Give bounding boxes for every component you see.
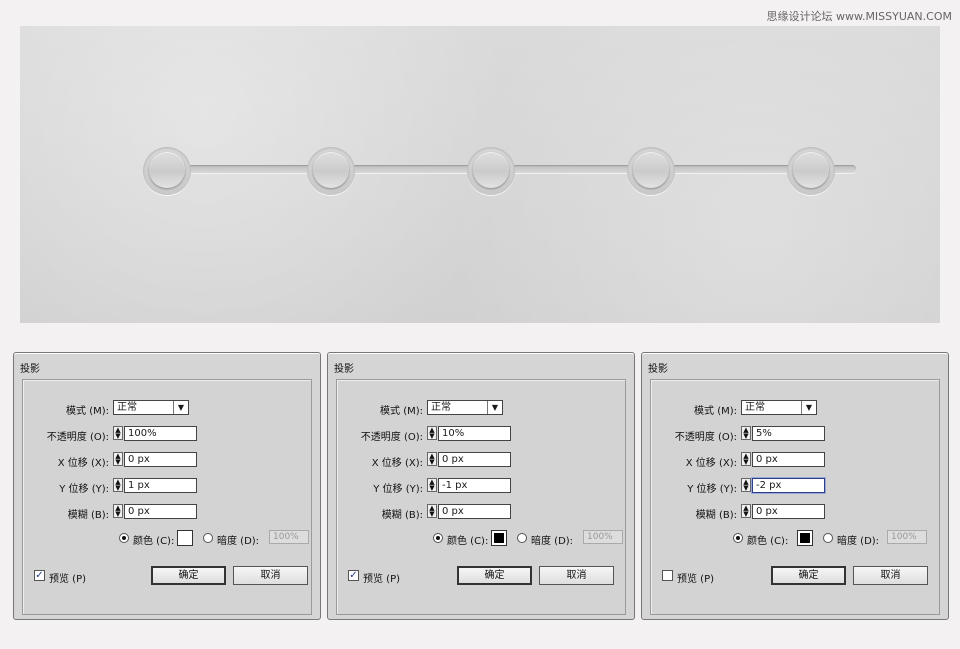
opacity-stepper[interactable]: ▲ ▼	[427, 426, 437, 440]
mode-value: 正常	[117, 402, 137, 413]
mode-label: 模式 (M):	[380, 406, 423, 417]
chevron-down-icon: ▼	[487, 401, 502, 414]
color-swatch[interactable]	[797, 530, 813, 546]
color-radio[interactable]	[119, 533, 129, 543]
opacity-input[interactable]: 100%	[124, 426, 197, 441]
darkness-radio[interactable]	[823, 533, 833, 543]
color-label: 颜色 (C):	[133, 536, 175, 547]
drop-shadow-dialog-2: 投影 模式 (M): 正常 ▼ 不透明度 (O): ▲ ▼ 10% X 位移 (X…	[327, 352, 635, 620]
x-offset-input[interactable]: 0 px	[438, 452, 511, 467]
blur-stepper[interactable]: ▲ ▼	[741, 504, 751, 518]
color-radio[interactable]	[733, 533, 743, 543]
darkness-input: 100%	[583, 530, 623, 544]
blur-label: 模糊 (B):	[67, 510, 109, 521]
color-label: 颜色 (C):	[747, 536, 789, 547]
darkness-label: 暗度 (D):	[837, 536, 880, 547]
opacity-stepper[interactable]: ▲ ▼	[741, 426, 751, 440]
y-offset-stepper[interactable]: ▲ ▼	[741, 478, 751, 492]
blur-label: 模糊 (B):	[381, 510, 423, 521]
preview-checkbox[interactable]: ✓	[348, 570, 359, 581]
preview-label: 预览 (P)	[49, 574, 87, 585]
darkness-label: 暗度 (D):	[531, 536, 574, 547]
drop-shadow-dialog-1: 投影 模式 (M): 正常 ▼ 不透明度 (O): ▲ ▼ 100% X 位移 (…	[13, 352, 321, 620]
color-swatch[interactable]	[491, 530, 507, 546]
step-knob-3	[467, 147, 515, 195]
mode-select[interactable]: 正常 ▼	[741, 400, 817, 415]
mode-select[interactable]: 正常 ▼	[427, 400, 503, 415]
preview-label: 预览 (P)	[363, 574, 401, 585]
x-offset-stepper[interactable]: ▲ ▼	[741, 452, 751, 466]
preview-label: 预览 (P)	[677, 574, 715, 585]
chevron-down-icon: ▼	[173, 401, 188, 414]
blur-stepper[interactable]: ▲ ▼	[113, 504, 123, 518]
x-offset-stepper[interactable]: ▲ ▼	[427, 452, 437, 466]
opacity-label: 不透明度 (O):	[360, 432, 423, 443]
blur-input[interactable]: 0 px	[438, 504, 511, 519]
dialog-title: 投影	[648, 364, 668, 375]
step-knob-5	[787, 147, 835, 195]
step-knob-4	[627, 147, 675, 195]
mode-label: 模式 (M):	[694, 406, 737, 417]
cancel-button[interactable]: 取消	[853, 566, 928, 585]
mode-value: 正常	[431, 402, 451, 413]
step-knob-1	[143, 147, 191, 195]
dialog-title: 投影	[20, 364, 40, 375]
color-label: 颜色 (C):	[447, 536, 489, 547]
preview-checkbox[interactable]: ✓	[34, 570, 45, 581]
opacity-input[interactable]: 10%	[438, 426, 511, 441]
color-swatch[interactable]	[177, 530, 193, 546]
preview-checkbox[interactable]	[662, 570, 673, 581]
opacity-label: 不透明度 (O):	[674, 432, 737, 443]
chevron-down-icon: ▼	[801, 401, 816, 414]
x-offset-label: X 位移 (X):	[371, 458, 423, 469]
blur-label: 模糊 (B):	[695, 510, 737, 521]
settings-panel: 模式 (M): 正常 ▼ 不透明度 (O): ▲ ▼ 100% X 位移 (X):…	[22, 379, 312, 615]
ok-button[interactable]: 确定	[151, 566, 226, 585]
x-offset-input[interactable]: 0 px	[124, 452, 197, 467]
ok-button[interactable]: 确定	[771, 566, 846, 585]
step-knob-2	[307, 147, 355, 195]
ok-button[interactable]: 确定	[457, 566, 532, 585]
y-offset-stepper[interactable]: ▲ ▼	[113, 478, 123, 492]
darkness-radio[interactable]	[517, 533, 527, 543]
y-offset-label: Y 位移 (Y):	[59, 484, 109, 495]
watermark-text: 思缘设计论坛 www.MISSYUAN.COM	[766, 10, 952, 23]
opacity-stepper[interactable]: ▲ ▼	[113, 426, 123, 440]
darkness-input: 100%	[887, 530, 927, 544]
y-offset-label: Y 位移 (Y):	[687, 484, 737, 495]
opacity-label: 不透明度 (O):	[46, 432, 109, 443]
blur-input[interactable]: 0 px	[124, 504, 197, 519]
y-offset-label: Y 位移 (Y):	[373, 484, 423, 495]
mode-label: 模式 (M):	[66, 406, 109, 417]
opacity-input[interactable]: 5%	[752, 426, 825, 441]
drop-shadow-dialog-3: 投影 模式 (M): 正常 ▼ 不透明度 (O): ▲ ▼ 5% X 位移 (X)…	[641, 352, 949, 620]
y-offset-input[interactable]: -1 px	[438, 478, 511, 493]
x-offset-input[interactable]: 0 px	[752, 452, 825, 467]
x-offset-label: X 位移 (X):	[57, 458, 109, 469]
mode-value: 正常	[745, 402, 765, 413]
artboard-preview	[20, 26, 940, 323]
x-offset-stepper[interactable]: ▲ ▼	[113, 452, 123, 466]
y-offset-stepper[interactable]: ▲ ▼	[427, 478, 437, 492]
darkness-input: 100%	[269, 530, 309, 544]
settings-panel: 模式 (M): 正常 ▼ 不透明度 (O): ▲ ▼ 5% X 位移 (X): ▲…	[650, 379, 940, 615]
darkness-label: 暗度 (D):	[217, 536, 260, 547]
blur-stepper[interactable]: ▲ ▼	[427, 504, 437, 518]
cancel-button[interactable]: 取消	[233, 566, 308, 585]
darkness-radio[interactable]	[203, 533, 213, 543]
blur-input[interactable]: 0 px	[752, 504, 825, 519]
color-radio[interactable]	[433, 533, 443, 543]
cancel-button[interactable]: 取消	[539, 566, 614, 585]
x-offset-label: X 位移 (X):	[685, 458, 737, 469]
settings-panel: 模式 (M): 正常 ▼ 不透明度 (O): ▲ ▼ 10% X 位移 (X): …	[336, 379, 626, 615]
y-offset-input[interactable]: 1 px	[124, 478, 197, 493]
mode-select[interactable]: 正常 ▼	[113, 400, 189, 415]
y-offset-input[interactable]: -2 px	[752, 478, 825, 493]
dialog-title: 投影	[334, 364, 354, 375]
